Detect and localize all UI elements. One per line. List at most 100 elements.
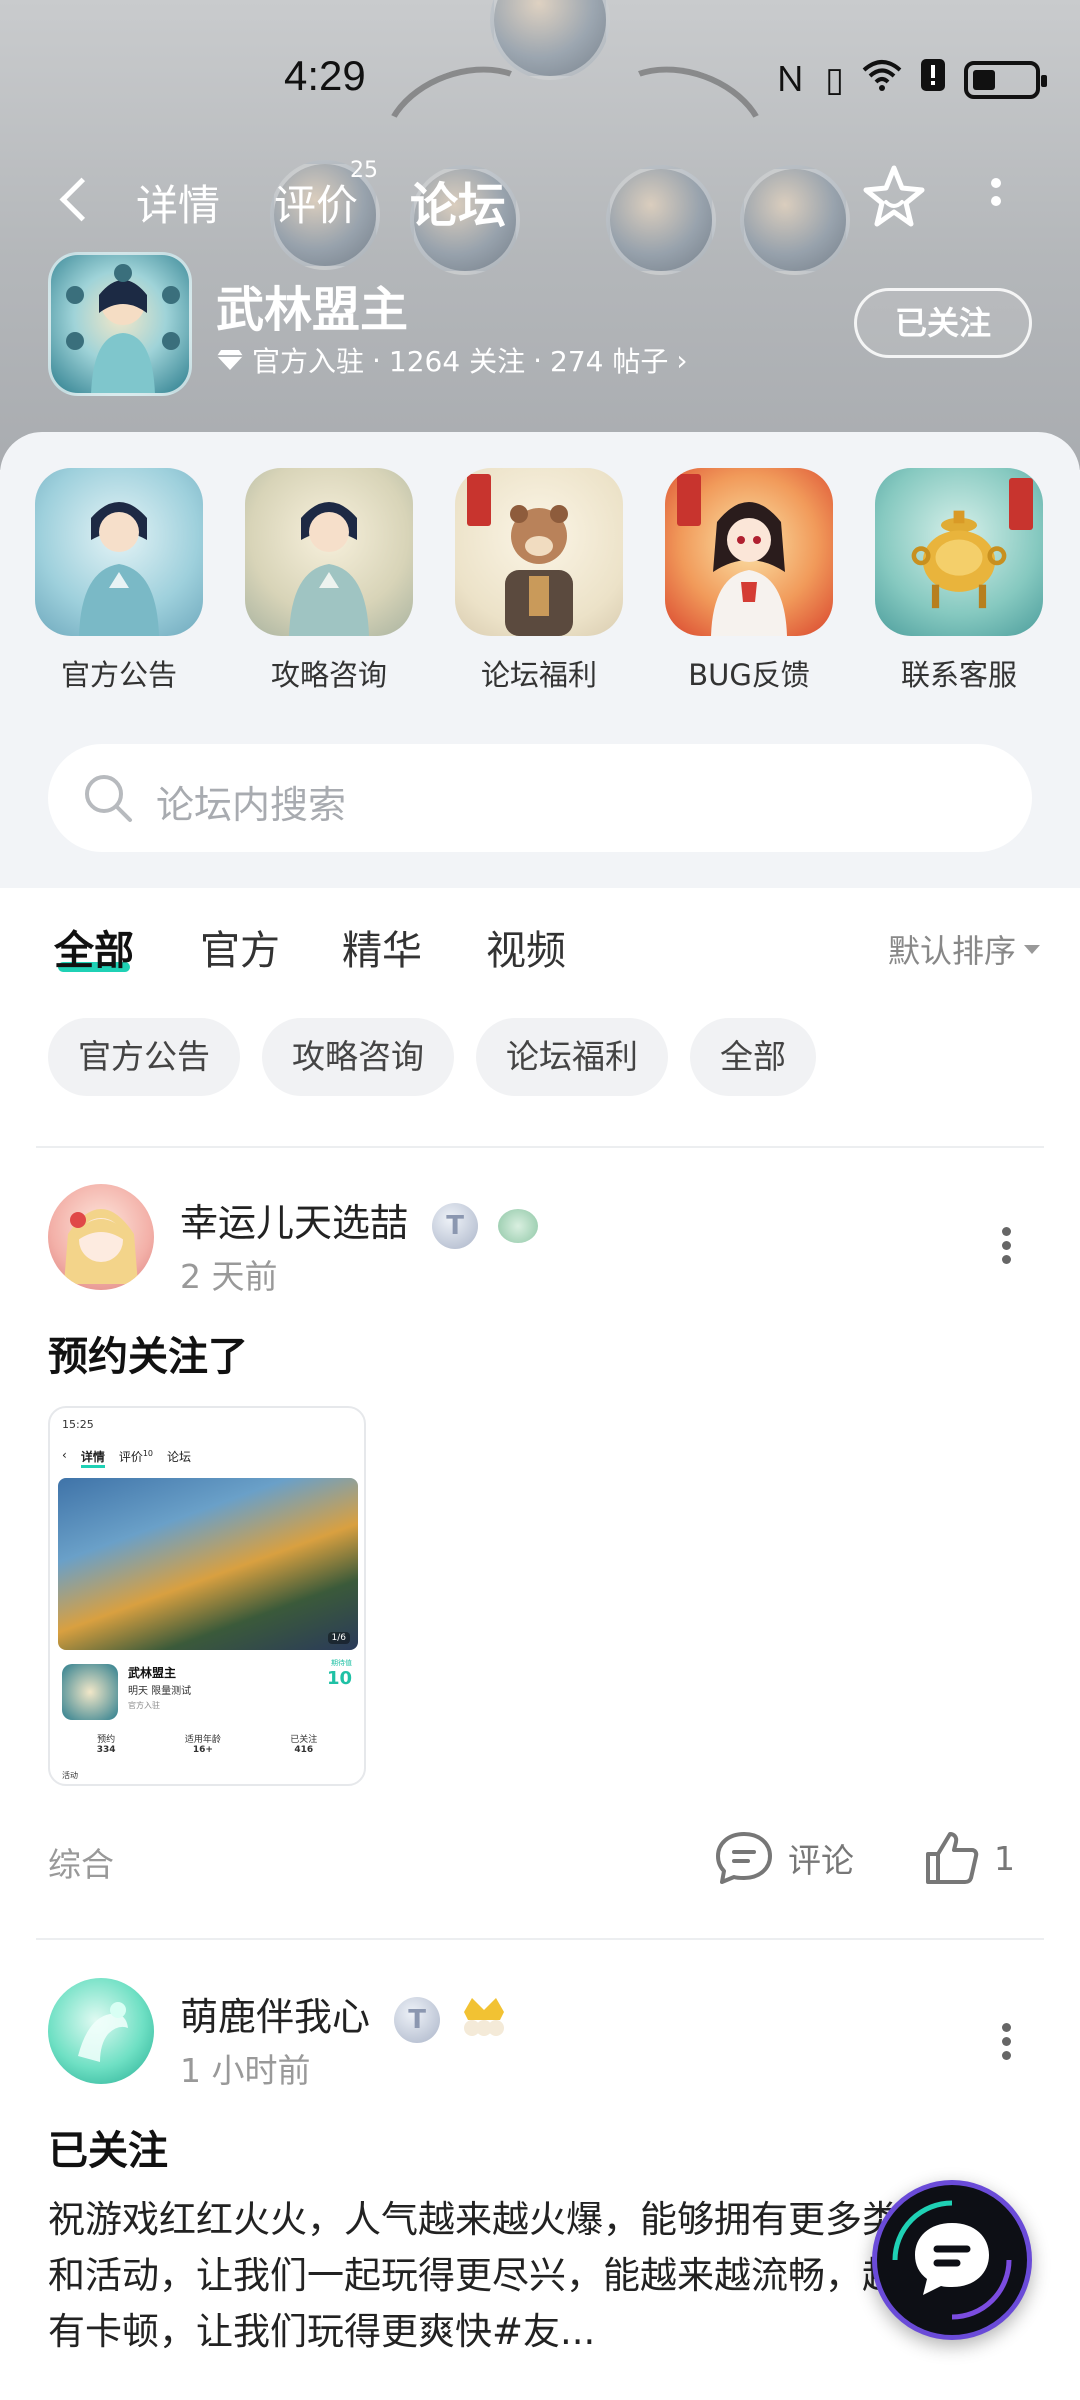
chat-bubble-icon	[892, 2200, 1012, 2320]
thumb-score-label: 期待值	[331, 1659, 352, 1667]
like-count: 1	[994, 1838, 1015, 1878]
post-title[interactable]: 已关注	[48, 2118, 168, 2176]
filter-tab-all[interactable]: 全部	[54, 918, 134, 976]
avatar[interactable]	[48, 1978, 154, 2084]
thumb-status-time: 15:25	[62, 1418, 94, 1431]
post-image-thumbnail[interactable]: 15:25 ‹ 详情 评价10 论坛 1/6 武林盟主 明天 限量测试 官方入驻…	[48, 1406, 366, 1786]
thumb-game-title: 武林盟主	[128, 1666, 177, 1680]
more-dot	[991, 196, 1001, 206]
search-placeholder: 论坛内搜索	[156, 783, 347, 827]
tab-detail[interactable]: 详情	[136, 172, 220, 233]
avatar[interactable]	[48, 1184, 154, 1290]
category-label: 联系客服	[900, 658, 1017, 692]
floating-chat-button[interactable]	[872, 2180, 1032, 2340]
more-dot	[991, 178, 1001, 188]
status-icons: Ｎ ▯	[773, 58, 1047, 101]
thumb-tab: 详情	[80, 1448, 105, 1468]
forum-search-box[interactable]: 论坛内搜索	[48, 744, 1032, 852]
status-time: 4:29	[284, 52, 366, 99]
more-menu-button[interactable]	[984, 170, 1008, 230]
divider	[36, 1938, 1044, 1940]
post-more-button[interactable]	[996, 1222, 1016, 1269]
category-customer-service[interactable]: 联系客服	[874, 468, 1044, 694]
follow-button[interactable]: 已关注	[854, 288, 1032, 358]
post-tag[interactable]: 综合	[48, 1838, 114, 1886]
game-meta[interactable]: 官方入驻 · 1264 关注 · 274 帖子 ›	[216, 340, 688, 380]
chip-official-notice[interactable]: 官方公告	[48, 1018, 240, 1096]
avatar-image	[78, 2002, 128, 2062]
thumb-official: 官方入驻	[128, 1701, 160, 1710]
thumb-tab-label: 评价	[118, 1450, 143, 1464]
like-button[interactable]: 1	[924, 1830, 1015, 1886]
alert-icon	[920, 58, 946, 101]
thumb-stat-value: 334	[96, 1745, 116, 1755]
category-welfare[interactable]: 论坛福利	[454, 468, 624, 694]
more-dot	[1001, 1255, 1011, 1264]
game-character-image	[66, 264, 180, 393]
favorite-star-button[interactable]	[858, 160, 930, 232]
thumb-stat: 预约 334	[97, 1732, 116, 1755]
category-official-notice[interactable]: 官方公告	[34, 468, 204, 694]
game-icon	[48, 252, 192, 396]
posts-count: 274 帖子	[550, 345, 669, 378]
back-button[interactable]	[56, 174, 96, 224]
chevron-right-icon: ›	[676, 343, 688, 377]
category-list: 官方公告 攻略咨询 论坛福利 BUG反馈 联系客服	[0, 468, 1080, 708]
thumb-game-icon	[62, 1664, 118, 1720]
filter-tab-essence[interactable]: 精华	[342, 918, 422, 976]
category-label: 官方公告	[60, 658, 177, 692]
thumb-page-indicator: 1/6	[327, 1632, 350, 1644]
status-bar: 4:29 Ｎ ▯	[0, 50, 1080, 110]
followers-count: 1264 关注	[388, 345, 526, 378]
category-panel: 官方公告 攻略咨询 论坛福利 BUG反馈 联系客服 论坛内搜索	[0, 432, 1080, 888]
crown-badge-icon	[458, 1992, 510, 2047]
frog-badge-icon	[498, 1208, 539, 1243]
chip-all[interactable]: 全部	[690, 1018, 816, 1096]
thumb-nav: ‹ 详情 评价10 论坛	[62, 1448, 191, 1468]
thumb-stats: 预约 334 适用年龄 16+ 已关注 416	[62, 1732, 352, 1755]
chip-strategy[interactable]: 攻略咨询	[262, 1018, 454, 1096]
thumb-tab: 评价10	[119, 1448, 153, 1468]
battery-icon	[964, 60, 1047, 99]
comment-button[interactable]: 评论	[714, 1830, 854, 1886]
divider	[36, 1146, 1044, 1148]
search-icon	[85, 775, 132, 822]
thumb-stat-label: 预约	[97, 1735, 116, 1745]
thumb-back-icon: ‹	[62, 1448, 67, 1462]
cauldron-image	[911, 510, 1007, 609]
thumbs-up-icon	[926, 1832, 979, 1884]
thumb-score: 10	[326, 1668, 352, 1689]
sort-dropdown[interactable]: 默认排序	[888, 926, 1040, 972]
meta-separator: ·	[372, 343, 381, 377]
post-title[interactable]: 预约关注了	[48, 1324, 248, 1382]
thumb-stat: 已关注 416	[290, 1732, 317, 1755]
thumb-tab: 论坛	[167, 1450, 192, 1464]
tab-forum[interactable]: 论坛	[408, 166, 509, 236]
more-dot	[1001, 2051, 1011, 2060]
post-time: 2 天前	[180, 1257, 278, 1296]
category-bug-report[interactable]: BUG反馈	[664, 468, 834, 694]
category-chips: 官方公告 攻略咨询 论坛福利 全部	[48, 1018, 816, 1096]
thumb-stat-value: 16+	[192, 1745, 213, 1755]
meta-separator: ·	[533, 343, 542, 377]
category-image	[35, 468, 203, 636]
thumb-stat-label: 适用年龄	[184, 1735, 221, 1745]
post-username[interactable]: 幸运儿天选喆 T	[180, 1192, 539, 1249]
review-count-badge: 25	[350, 158, 378, 183]
post-username[interactable]: 萌鹿伴我心 T	[180, 1986, 510, 2047]
chip-welfare[interactable]: 论坛福利	[476, 1018, 668, 1096]
forum-header-background: 4:29 Ｎ ▯ 详情 评价 25 论坛 武林盟主 官方入驻 · 1264 关注…	[0, 0, 1080, 470]
filter-tab-video[interactable]: 视频	[486, 918, 566, 976]
tab-review[interactable]: 评价 25	[274, 158, 378, 233]
post-more-button[interactable]	[996, 2018, 1016, 2065]
thumb-footer: 活动	[62, 1771, 78, 1780]
tab-review-label: 评价	[274, 181, 359, 230]
thumb-tab-badge: 10	[142, 1449, 154, 1458]
category-strategy[interactable]: 攻略咨询	[244, 468, 414, 694]
more-dot	[1001, 2023, 1011, 2032]
character-figure	[711, 502, 787, 636]
thumb-game-sub: 明天 限量测试	[128, 1686, 192, 1697]
level-badge: T	[394, 1996, 441, 2043]
avatar-image	[64, 1209, 138, 1284]
filter-tab-official[interactable]: 官方	[200, 918, 280, 976]
